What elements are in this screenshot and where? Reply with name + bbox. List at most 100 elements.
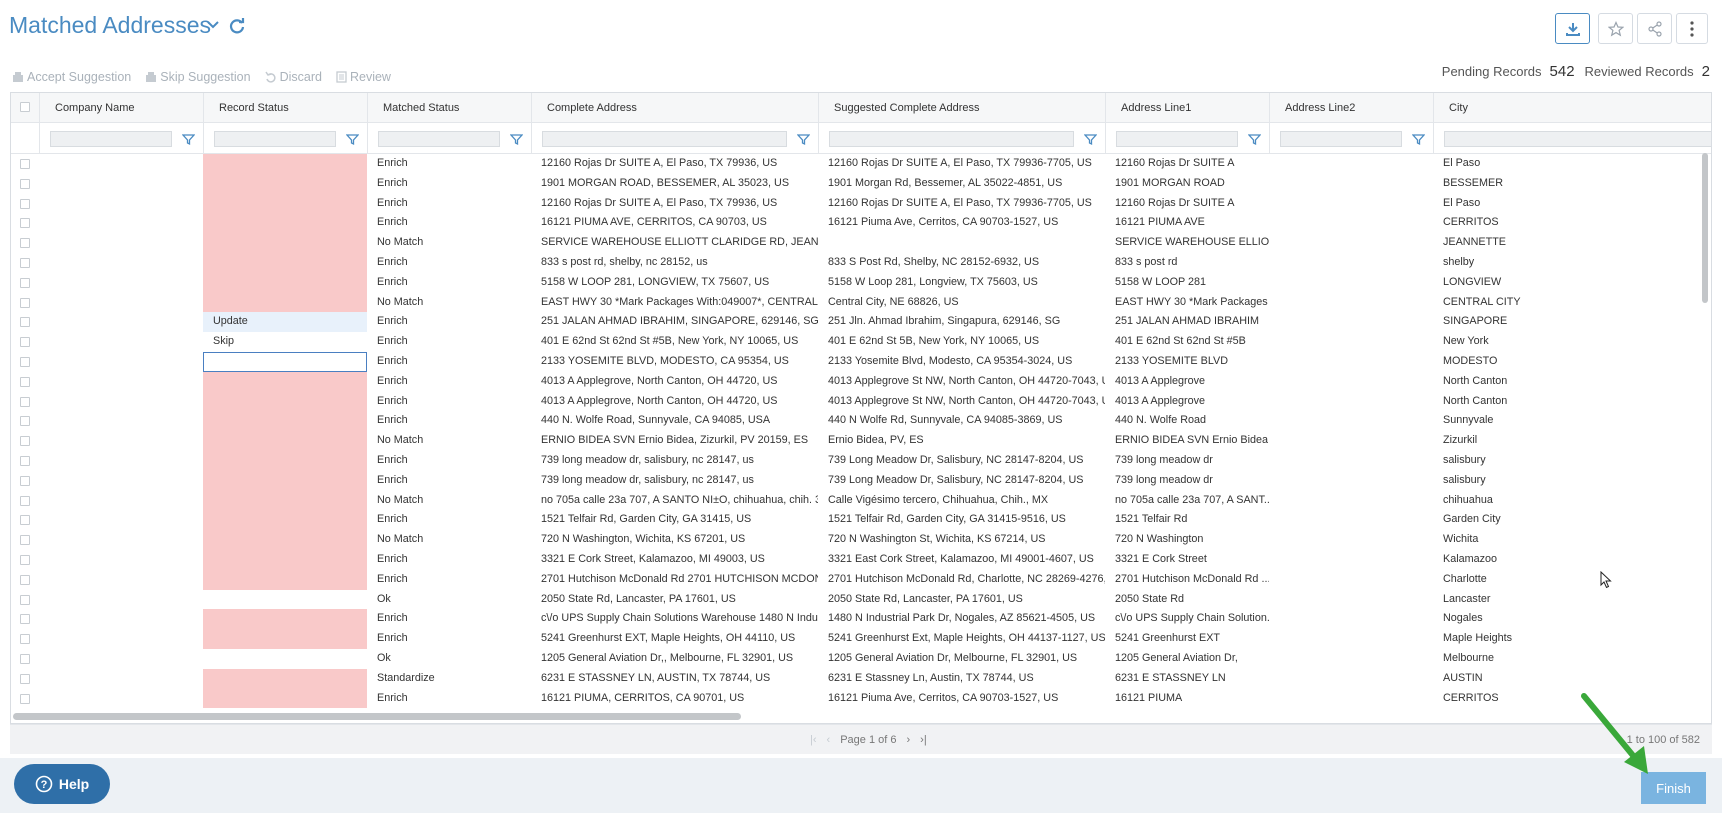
row-checkbox[interactable] xyxy=(20,277,30,288)
vertical-scrollbar[interactable] xyxy=(1702,153,1708,303)
discard-button[interactable]: Discard xyxy=(264,68,322,86)
record-status-cell[interactable] xyxy=(203,570,367,590)
previous-page-icon[interactable]: ‹ xyxy=(827,734,831,746)
column-header-company-name[interactable]: Company Name xyxy=(39,93,203,123)
record-status-cell[interactable] xyxy=(203,649,367,669)
record-status-cell[interactable] xyxy=(203,550,367,570)
table-row[interactable]: No Match SERVICE WAREHOUSE ELLIOTT CLARID… xyxy=(11,233,1711,253)
filter-icon[interactable] xyxy=(182,133,195,146)
row-checkbox[interactable] xyxy=(20,515,30,526)
row-checkbox[interactable] xyxy=(20,297,30,308)
table-row[interactable]: Enrich 16121 PIUMA AVE, CERRITOS, CA 9070… xyxy=(11,213,1711,234)
row-checkbox[interactable] xyxy=(20,218,30,229)
chevron-down-icon[interactable] xyxy=(205,17,221,33)
column-header-address-line1[interactable]: Address Line1 xyxy=(1105,93,1269,123)
filter-input[interactable] xyxy=(214,131,336,147)
table-row[interactable]: No Match 720 N Washington, Wichita, KS 67… xyxy=(11,530,1711,550)
row-checkbox[interactable] xyxy=(20,238,30,249)
table-row[interactable]: Skip Enrich 401 E 62nd St 62nd St #5B, New… xyxy=(11,332,1711,352)
record-status-cell[interactable] xyxy=(203,530,367,550)
table-row[interactable]: Enrich 440 N. Wolfe Road, Sunnyvale, CA 9… xyxy=(11,411,1711,432)
refresh-icon[interactable] xyxy=(228,17,246,35)
table-row[interactable]: Ok 1205 General Aviation Dr,, Melbourne, … xyxy=(11,649,1711,669)
row-checkbox[interactable] xyxy=(20,673,30,684)
table-row[interactable]: Enrich 4013 A Applegrove, North Canton, O… xyxy=(11,391,1711,412)
row-checkbox[interactable] xyxy=(20,357,30,367)
record-status-cell[interactable] xyxy=(203,471,367,491)
record-status-cell[interactable] xyxy=(203,491,367,511)
filter-icon[interactable] xyxy=(1084,133,1097,146)
record-status-cell[interactable] xyxy=(203,510,367,530)
table-row[interactable]: Enrich 16121 PIUMA, CERRITOS, CA 90701, U… xyxy=(11,688,1711,709)
favorite-button[interactable] xyxy=(1598,13,1633,44)
record-status-cell[interactable] xyxy=(203,253,367,273)
download-button[interactable] xyxy=(1555,13,1590,44)
record-status-cell[interactable] xyxy=(203,233,367,253)
row-checkbox[interactable] xyxy=(20,337,30,348)
row-checkbox[interactable] xyxy=(20,555,30,565)
filter-icon[interactable] xyxy=(510,133,523,146)
record-status-cell[interactable] xyxy=(203,451,367,471)
accept-suggestion-button[interactable]: Accept Suggestion xyxy=(12,68,131,86)
more-options-button[interactable] xyxy=(1676,13,1708,44)
column-header-suggested-complete-address[interactable]: Suggested Complete Address xyxy=(818,93,1105,123)
skip-suggestion-button[interactable]: Skip Suggestion xyxy=(145,68,251,86)
row-checkbox[interactable] xyxy=(20,198,30,209)
record-status-cell[interactable] xyxy=(203,352,367,372)
column-header-city[interactable]: City xyxy=(1433,93,1711,123)
table-row[interactable]: Enrich 5241 Greenhurst EXT, Maple Heights… xyxy=(11,629,1711,649)
filter-input[interactable] xyxy=(378,131,500,147)
row-checkbox[interactable] xyxy=(20,475,30,486)
record-status-cell[interactable] xyxy=(203,669,367,689)
column-header-record-status[interactable]: Record Status xyxy=(203,93,367,123)
table-row[interactable]: Enrich 739 long meadow dr, salisbury, nc … xyxy=(11,470,1711,491)
record-status-cell[interactable] xyxy=(203,293,367,313)
row-checkbox[interactable] xyxy=(20,317,30,328)
row-checkbox[interactable] xyxy=(20,376,30,387)
record-status-cell[interactable] xyxy=(203,609,367,629)
record-status-cell[interactable] xyxy=(203,629,367,649)
page-title[interactable]: Matched Addresses xyxy=(9,12,211,39)
row-checkbox[interactable] xyxy=(20,159,30,169)
horizontal-scrollbar[interactable] xyxy=(13,713,741,720)
table-row[interactable]: Enrich 5158 W LOOP 281, LONGVIEW, TX 7560… xyxy=(11,272,1711,293)
record-status-cell[interactable] xyxy=(203,213,367,233)
record-status-cell[interactable] xyxy=(203,372,367,392)
record-status-cell[interactable] xyxy=(203,154,367,174)
row-checkbox[interactable] xyxy=(20,614,30,625)
filter-icon[interactable] xyxy=(797,133,810,146)
record-status-cell[interactable] xyxy=(203,590,367,610)
record-status-cell[interactable] xyxy=(203,411,367,431)
record-status-cell[interactable]: Update xyxy=(203,312,367,332)
record-status-cell[interactable] xyxy=(203,689,367,709)
column-header-complete-address[interactable]: Complete Address xyxy=(531,93,818,123)
table-row[interactable]: Enrich 12160 Rojas Dr SUITE A, El Paso, T… xyxy=(11,193,1711,214)
table-row[interactable]: Enrich 739 long meadow dr, salisbury, nc … xyxy=(11,451,1711,471)
table-row[interactable]: Ok 2050 State Rd, Lancaster, PA 17601, US… xyxy=(11,590,1711,610)
table-row[interactable]: No Match no 705a calle 23a 707, A SANTO N… xyxy=(11,490,1711,511)
select-all-checkbox[interactable] xyxy=(20,102,30,112)
review-button[interactable]: Review xyxy=(336,68,391,86)
row-checkbox[interactable] xyxy=(20,654,30,664)
table-row[interactable]: Standardize 6231 E STASSNEY LN, AUSTIN, T… xyxy=(11,668,1711,689)
row-checkbox[interactable] xyxy=(20,594,30,605)
record-status-cell[interactable] xyxy=(203,273,367,293)
table-row[interactable]: Enrich 833 s post rd, shelby, nc 28152, u… xyxy=(11,253,1711,273)
table-row[interactable]: No Match EAST HWY 30 *Mark Packages With:… xyxy=(11,292,1711,313)
row-checkbox[interactable] xyxy=(20,436,30,447)
table-row[interactable]: No Match ERNIO BIDEA SVN Ernio Bidea, Ziz… xyxy=(11,431,1711,451)
record-status-cell[interactable] xyxy=(203,174,367,194)
row-checkbox[interactable] xyxy=(20,456,30,466)
column-header-address-line2[interactable]: Address Line2 xyxy=(1269,93,1433,123)
filter-input[interactable] xyxy=(50,131,172,147)
filter-icon[interactable] xyxy=(346,133,359,146)
row-checkbox[interactable] xyxy=(20,258,30,268)
share-button[interactable] xyxy=(1637,13,1672,44)
record-status-cell[interactable]: Skip xyxy=(203,332,367,352)
table-row[interactable]: Update Enrich 251 JALAN AHMAD IBRAHIM, SIN… xyxy=(11,312,1711,333)
table-row[interactable]: Enrich c\/o UPS Supply Chain Solutions Wa… xyxy=(11,609,1711,630)
last-page-icon[interactable]: ›| xyxy=(920,734,927,746)
first-page-icon[interactable]: |‹ xyxy=(810,734,817,746)
next-page-icon[interactable]: › xyxy=(906,734,910,746)
table-row[interactable]: Enrich 2701 Hutchison McDonald Rd 2701 HU… xyxy=(11,569,1711,590)
